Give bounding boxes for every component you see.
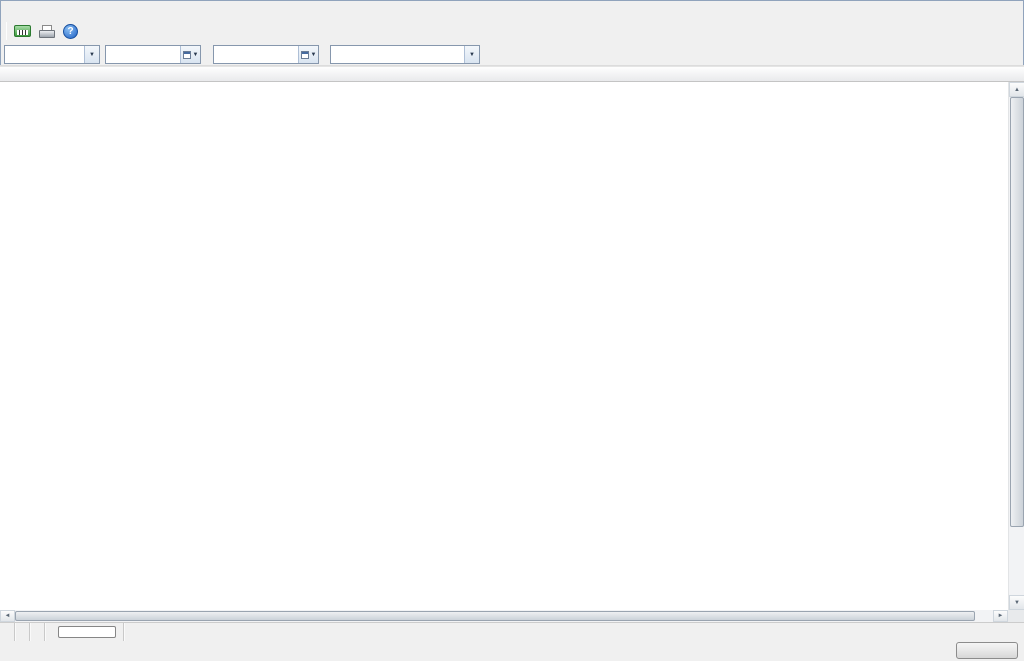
- menu-bar: [0, 0, 1024, 18]
- scroll-down-arrow[interactable]: ▼: [1009, 595, 1024, 610]
- average-answer-time-pane: [30, 623, 45, 641]
- calendar-icon: [301, 51, 309, 59]
- status-bar: [0, 622, 1024, 641]
- vertical-scrollbar[interactable]: ▲ ▼: [1008, 82, 1024, 610]
- calendar-dropdown: ▼: [180, 46, 200, 63]
- results-table: ▲ ▼: [0, 82, 1024, 610]
- midi-keyboard-icon: [14, 25, 31, 37]
- toolbar-separator: [6, 22, 7, 40]
- vertical-scrollbar-thumb[interactable]: [1010, 97, 1024, 527]
- filter-bar: ▼ ▼ ▼ ▼: [0, 44, 1024, 66]
- training-mode-select[interactable]: ▼: [330, 45, 480, 64]
- table-header: [0, 66, 1024, 82]
- date-to-field[interactable]: ▼: [213, 45, 319, 64]
- print-icon: [39, 25, 55, 38]
- horizontal-scrollbar-thumb[interactable]: [15, 611, 975, 621]
- scroll-up-arrow[interactable]: ▲: [1009, 82, 1024, 97]
- calendar-icon: [183, 51, 191, 59]
- summations-pane: [0, 623, 15, 641]
- midi-keyboard-button[interactable]: [11, 20, 34, 42]
- horizontal-scrollbar[interactable]: ◄ ►: [0, 610, 1024, 622]
- date-from-field[interactable]: ▼: [105, 45, 201, 64]
- time-range-select[interactable]: ▼: [4, 45, 100, 64]
- duration-sum-pane: [15, 623, 30, 641]
- calendar-dropdown: ▼: [298, 46, 318, 63]
- table-body: [0, 82, 1008, 610]
- scroll-left-arrow[interactable]: ◄: [0, 610, 15, 622]
- chevron-down-icon: ▼: [84, 46, 99, 63]
- total-result-sum-pane: [45, 623, 124, 641]
- footer: [0, 641, 1024, 661]
- table-header-corner: [0, 67, 1024, 81]
- status-bar-spacer: [124, 623, 1024, 641]
- toolbar: ?: [0, 18, 1024, 44]
- chevron-down-icon: ▼: [464, 46, 479, 63]
- print-body: [39, 30, 55, 38]
- help-button[interactable]: ?: [59, 20, 82, 42]
- scroll-right-arrow[interactable]: ►: [993, 610, 1008, 622]
- close-button[interactable]: [956, 642, 1018, 659]
- scrollbar-corner: [1008, 610, 1024, 622]
- app-window: ? ▼ ▼ ▼ ▼ ▲ ▼ ◄ ►: [0, 0, 1024, 661]
- help-icon: ?: [63, 24, 78, 39]
- print-button[interactable]: [35, 20, 58, 42]
- total-result-sum-bar: [58, 626, 116, 638]
